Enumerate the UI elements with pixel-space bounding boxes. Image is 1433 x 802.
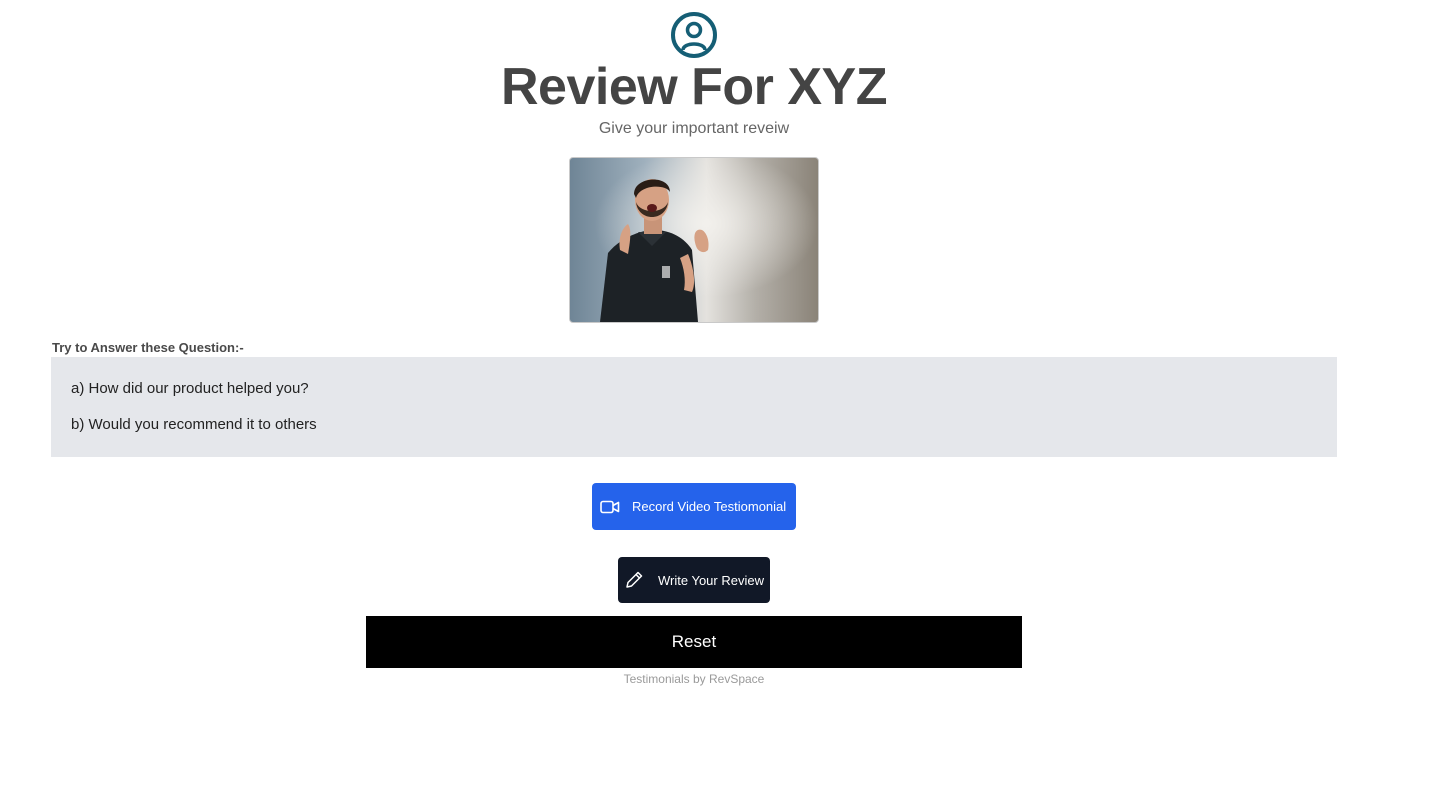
record-video-button[interactable]: Record Video Testiomonial bbox=[592, 483, 796, 530]
write-review-label: Write Your Review bbox=[658, 572, 764, 588]
reset-button[interactable]: Reset bbox=[366, 616, 1022, 668]
question-item: b) Would you recommend it to others bbox=[71, 416, 317, 433]
questions-box: a) How did our product helped you? b) Wo… bbox=[51, 357, 1337, 457]
video-camera-icon bbox=[600, 483, 620, 530]
pencil-icon bbox=[624, 557, 644, 603]
question-item: a) How did our product helped you? bbox=[71, 380, 309, 397]
questions-heading: Try to Answer these Question:- bbox=[52, 340, 244, 355]
footer-credit: Testimonials by RevSpace bbox=[623, 672, 765, 686]
page-title: Review For XYZ bbox=[501, 58, 888, 116]
write-review-button[interactable]: Write Your Review bbox=[618, 557, 770, 603]
person-photo bbox=[569, 157, 819, 323]
record-video-label: Record Video Testiomonial bbox=[632, 499, 787, 514]
page-subtitle: Give your important reveiw bbox=[598, 120, 790, 137]
review-page: Review For XYZ Give your important revei… bbox=[0, 0, 1433, 802]
user-circle-icon bbox=[670, 11, 718, 59]
